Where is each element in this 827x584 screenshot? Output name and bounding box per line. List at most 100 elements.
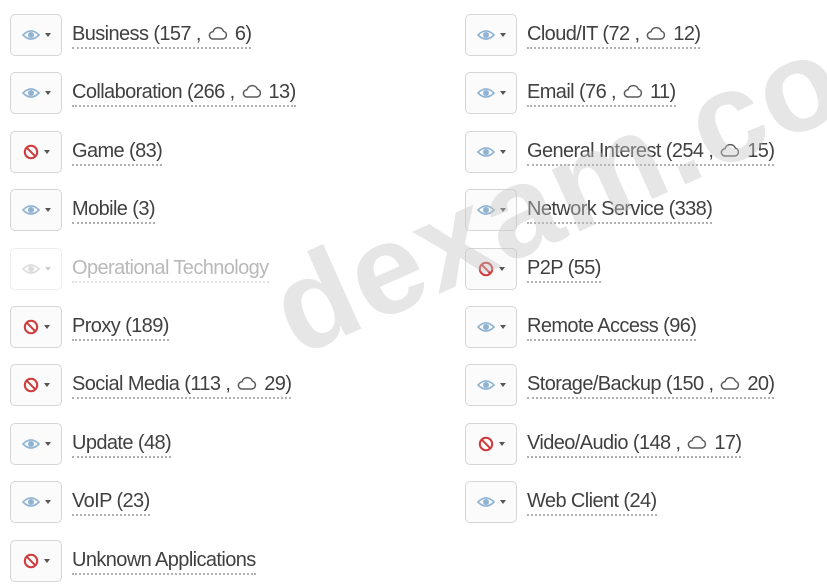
caret-down-icon	[499, 325, 506, 329]
cloud-icon	[687, 434, 707, 450]
caret-down-icon	[44, 91, 51, 95]
category-name: Email	[527, 80, 575, 103]
category-label[interactable]: Email (76 , 11)	[527, 80, 676, 107]
category-app-count: 96	[669, 314, 691, 337]
monitor-eye-icon	[21, 203, 40, 217]
category-row: Mobile (3)	[10, 187, 156, 233]
category-app-count: 23	[122, 489, 145, 512]
category-row: Network Service (338)	[465, 187, 713, 233]
category-label[interactable]: Social Media (113 , 29)	[72, 372, 292, 399]
caret-down-icon	[499, 33, 506, 37]
category-name: Game	[72, 139, 125, 162]
category-action-dropdown[interactable]	[465, 14, 517, 56]
category-label[interactable]: General Interest (254 , 15)	[527, 139, 775, 166]
category-action-dropdown[interactable]	[10, 248, 62, 290]
category-action-dropdown[interactable]	[465, 131, 517, 173]
category-name: Business	[72, 22, 149, 45]
category-action-dropdown[interactable]	[465, 306, 517, 348]
monitor-eye-icon	[476, 86, 495, 100]
category-action-dropdown[interactable]	[465, 481, 517, 523]
category-action-dropdown[interactable]	[465, 189, 517, 231]
category-action-dropdown[interactable]	[10, 423, 62, 465]
monitor-eye-icon	[21, 495, 40, 509]
block-icon	[23, 319, 39, 335]
category-row: Proxy (189)	[10, 304, 169, 350]
category-row: Social Media (113 , 29)	[10, 362, 292, 408]
category-label[interactable]: Video/Audio (148 , 17)	[527, 431, 742, 458]
block-icon	[478, 261, 494, 277]
category-name: Remote Access	[527, 314, 659, 337]
category-list: Business (157 , 6) Collaboration (266 , 1…	[0, 0, 827, 582]
category-label[interactable]: Mobile (3)	[72, 197, 156, 224]
category-action-dropdown[interactable]	[10, 364, 62, 406]
cloud-icon	[237, 375, 257, 391]
category-app-count: 148	[638, 431, 671, 454]
caret-down-icon	[499, 383, 506, 387]
category-action-dropdown[interactable]	[10, 540, 62, 582]
category-name: P2P	[527, 256, 563, 279]
category-label[interactable]: Collaboration (266 , 13)	[72, 80, 296, 107]
caret-down-icon	[499, 500, 506, 504]
category-label[interactable]: Update (48)	[72, 431, 172, 458]
monitor-eye-icon	[476, 145, 495, 159]
category-cloud-count: 29	[264, 372, 286, 395]
category-name: General Interest	[527, 139, 661, 162]
category-action-dropdown[interactable]	[10, 131, 62, 173]
cloud-icon	[208, 25, 228, 41]
category-label[interactable]: Web Client (24)	[527, 489, 657, 516]
caret-down-icon	[44, 442, 51, 446]
category-label[interactable]: Business (157 , 6)	[72, 22, 252, 49]
category-app-count: 3	[138, 197, 149, 220]
category-label[interactable]: Storage/Backup (150 , 20)	[527, 372, 775, 399]
category-cloud-count: 11	[649, 80, 670, 103]
category-app-count: 266	[193, 80, 225, 103]
category-label[interactable]: Proxy (189)	[72, 314, 169, 341]
category-label[interactable]: VoIP (23)	[72, 489, 150, 516]
category-label[interactable]: Network Service (338)	[527, 197, 713, 224]
category-action-dropdown[interactable]	[465, 248, 517, 290]
cloud-icon	[242, 83, 262, 99]
category-label[interactable]: Unknown Applications	[72, 548, 256, 575]
category-row: Cloud/IT (72 , 12)	[465, 12, 701, 58]
category-row: VoIP (23)	[10, 479, 150, 525]
category-name: Operational Technology	[72, 256, 269, 279]
category-name: Network Service	[527, 197, 664, 220]
category-action-dropdown[interactable]	[465, 364, 517, 406]
category-action-dropdown[interactable]	[10, 14, 62, 56]
caret-down-icon	[499, 150, 506, 154]
category-app-count: 338	[674, 197, 707, 220]
category-label[interactable]: Operational Technology	[72, 256, 269, 283]
category-name: Proxy	[72, 314, 121, 337]
category-row: General Interest (254 , 15)	[465, 129, 775, 175]
monitor-eye-icon	[476, 28, 495, 42]
cloud-icon	[720, 142, 740, 158]
category-action-dropdown[interactable]	[10, 306, 62, 348]
caret-down-icon	[43, 325, 50, 329]
category-action-dropdown[interactable]	[465, 72, 517, 114]
caret-down-icon	[498, 267, 505, 271]
category-app-count: 157	[159, 22, 191, 45]
category-action-dropdown[interactable]	[10, 189, 62, 231]
cloud-icon	[720, 375, 740, 391]
category-row: Business (157 , 6)	[10, 12, 252, 58]
cloud-icon	[646, 25, 666, 41]
category-row: Storage/Backup (150 , 20)	[465, 362, 775, 408]
category-action-dropdown[interactable]	[10, 481, 62, 523]
category-action-dropdown[interactable]	[465, 423, 517, 465]
category-label[interactable]: Remote Access (96)	[527, 314, 697, 341]
category-name: Update	[72, 431, 134, 454]
category-cloud-count: 13	[268, 80, 291, 103]
category-label[interactable]: Game (83)	[72, 139, 163, 166]
category-cloud-count: 6	[234, 22, 246, 45]
category-app-count: 113	[190, 372, 221, 395]
caret-down-icon	[44, 208, 51, 212]
caret-down-icon	[44, 500, 51, 504]
monitor-eye-icon	[21, 86, 40, 100]
category-row: Video/Audio (148 , 17)	[465, 421, 742, 467]
category-label[interactable]: Cloud/IT (72 , 12)	[527, 22, 701, 49]
category-cloud-count: 15	[747, 139, 769, 162]
category-app-count: 76	[585, 80, 607, 103]
cloud-icon	[623, 83, 643, 99]
category-label[interactable]: P2P (55)	[527, 256, 601, 283]
category-action-dropdown[interactable]	[10, 72, 62, 114]
